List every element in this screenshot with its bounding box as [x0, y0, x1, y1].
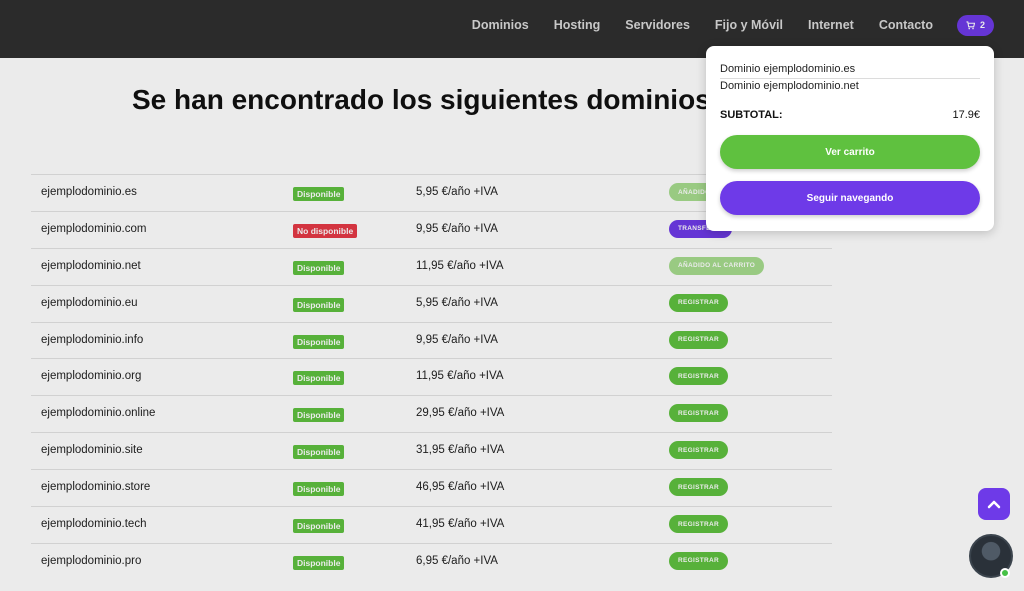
continue-browsing-button[interactable]: Seguir navegando	[720, 181, 980, 215]
cart-item: Dominio ejemplodominio.es	[720, 63, 980, 79]
subtotal-label: SUBTOTAL:	[720, 109, 783, 121]
view-cart-button[interactable]: Ver carrito	[720, 135, 980, 169]
cart-popup: Dominio ejemplodominio.es Dominio ejempl…	[706, 46, 994, 231]
subtotal-value: 17.9€	[952, 109, 980, 121]
scroll-top-button[interactable]	[978, 488, 1010, 520]
online-status-dot	[1000, 568, 1010, 578]
cart-item: Dominio ejemplodominio.net	[720, 80, 859, 92]
chevron-up-icon	[987, 500, 1001, 509]
